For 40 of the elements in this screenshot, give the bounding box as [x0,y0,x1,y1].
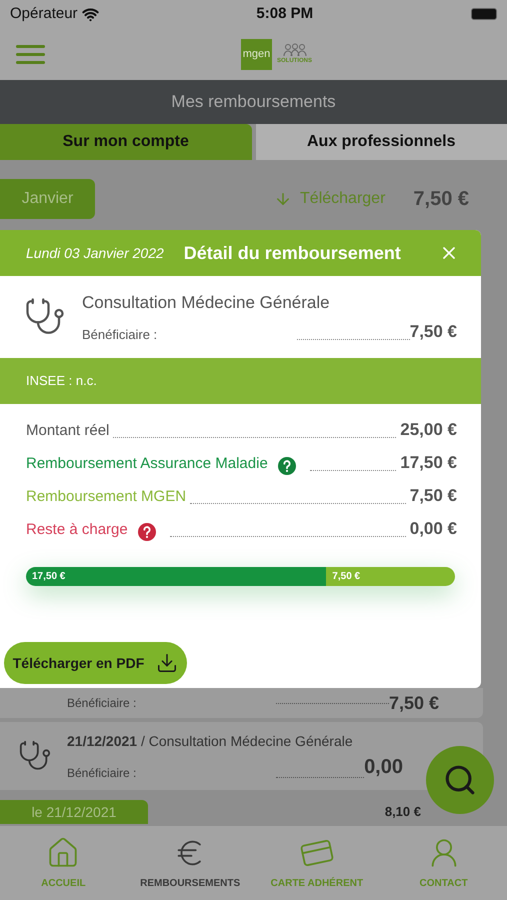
amount-label: Remboursement MGEN [26,486,186,506]
beneficiary-label: Bénéficiaire : [67,695,136,712]
logo: mgen [241,38,272,70]
amount-value: 17,50 € [400,452,457,474]
beneficiary-label: Bénéficiaire : [82,326,158,344]
battery-icon [471,8,497,20]
clock: 5:08 PM [256,4,314,24]
carrier-label: Opérateur [10,4,78,24]
date-chip: le 21/12/2021 [0,800,148,824]
search-icon [443,763,477,797]
download-icon [156,652,178,674]
amount-label: Montant réel [26,420,110,440]
pdf-download-button[interactable]: Télécharger en PDF [4,642,187,684]
people-icon [282,42,308,56]
amount-label: Remboursement Assurance Maladie [26,454,268,474]
act-amount: 7,50 € [410,321,457,343]
page-title: Mes remboursements [171,91,336,114]
amount-value: 25,00 € [400,418,457,440]
amount-value: 0,00 € [410,518,457,540]
insee-label: INSEE : n.c. [26,372,97,390]
entry-amount: 7,50 € [388,692,439,714]
modal-date: Lundi 03 Janvier 2022 [26,244,164,262]
month-total: 7,50 € [413,187,469,212]
entry-amount: 0,00 [364,754,403,780]
help-icon[interactable] [138,523,156,541]
amount-value: 7,50 € [410,484,457,506]
bar-segment: 17,50 € [26,567,326,586]
modal-title: Détail du remboursement [184,242,401,264]
month-chip: Janvier [0,179,95,219]
group-total: 8,10 € [384,803,421,822]
entry-title: 21/12/2021 / Consultation Médecine Générale [67,732,354,750]
bar-segment: 7,50 € [326,567,455,586]
help-icon[interactable] [278,457,296,475]
tab[interactable]: Aux professionnels [256,124,507,160]
act-name: Consultation Médecine Générale [82,292,331,314]
amount-label: Reste à charge [26,520,128,540]
tab[interactable]: Sur mon compte [0,124,252,160]
nav-item[interactable]: REMBOURSEMENTS [126,826,254,900]
beneficiary-label: Bénéficiaire : [67,764,136,782]
wifi-icon [82,6,99,22]
